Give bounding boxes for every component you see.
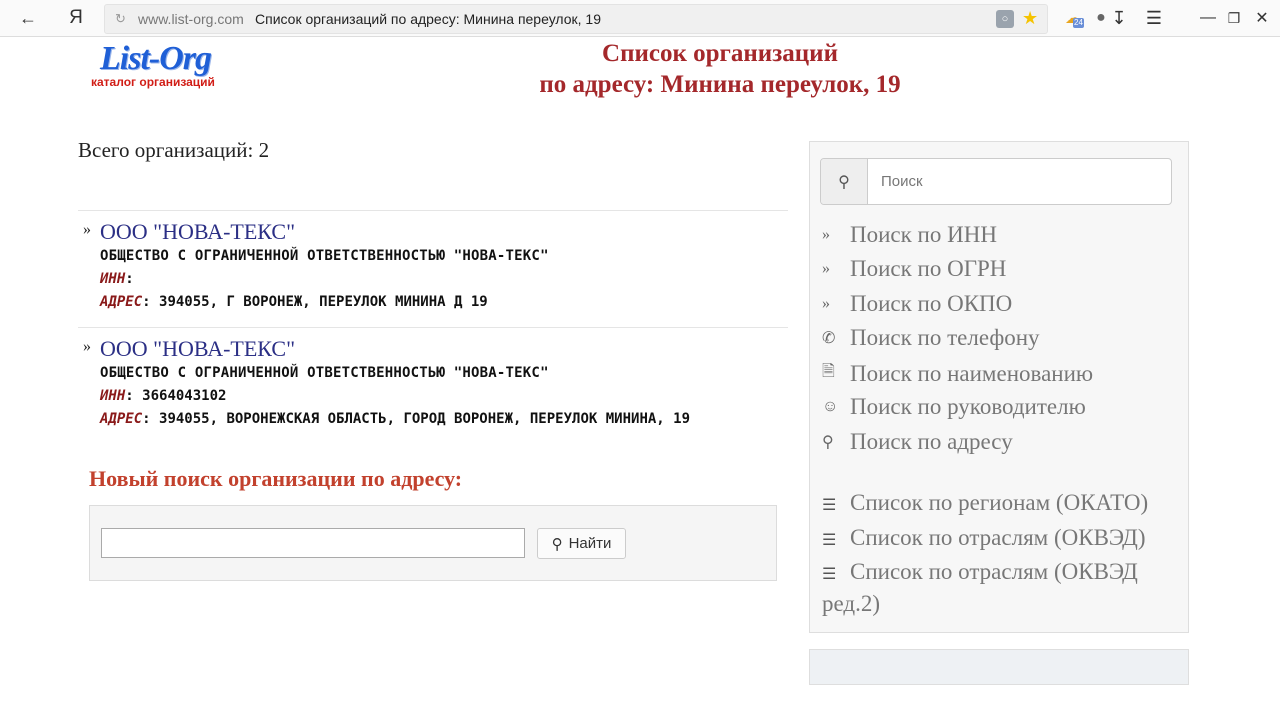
sidebar-lower-panel — [809, 649, 1189, 685]
page-title-line2: по адресу: Минина переулок, 19 — [539, 71, 901, 98]
close-icon[interactable]: ✕ — [1252, 0, 1272, 36]
page-title-line1: Список организаций — [602, 40, 838, 67]
find-button[interactable]: ⚲ Найти — [537, 528, 626, 559]
weather-badge: 24 — [1073, 18, 1084, 28]
reload-icon[interactable]: ↻ — [115, 11, 126, 27]
bookmark-star-icon[interactable]: ★ — [1022, 8, 1038, 29]
double-chevron-icon: » — [822, 295, 830, 312]
address-search-input[interactable] — [101, 528, 525, 558]
sidebar-search[interactable]: ⚲ Поиск — [820, 158, 1172, 205]
organization-address: АДРЕС: 394055, Г ВОРОНЕЖ, ПЕРЕУЛОК МИНИН… — [100, 294, 488, 310]
logo-subtitle: каталог организаций — [91, 75, 215, 89]
translate-icon[interactable]: ○ — [996, 10, 1014, 28]
organization-link[interactable]: ООО "НОВА-ТЕКС" — [100, 219, 295, 245]
sidebar-link-inn[interactable]: » Поиск по ИНН — [822, 222, 997, 248]
sidebar-search-input[interactable]: Поиск — [881, 173, 923, 190]
sidebar-link-label: Поиск по адресу — [850, 429, 1013, 454]
sidebar-link-name[interactable]: 🗎 Поиск по наименованию — [822, 360, 1093, 387]
site-logo[interactable]: List-Org каталог организаций — [90, 40, 230, 96]
organization-item: » ООО "НОВА-ТЕКС" ОБЩЕСТВО С ОГРАНИЧЕННО… — [78, 210, 788, 310]
sidebar-link-label: Поиск по ОГРН — [850, 256, 1007, 281]
inn-label: ИНН — [100, 271, 126, 287]
address-label: АДРЕС — [100, 294, 143, 310]
download-icon[interactable]: ↧ — [1105, 0, 1133, 36]
sidebar-link-label: Поиск по ОКПО — [850, 291, 1013, 316]
organization-full-name: ОБЩЕСТВО С ОГРАНИЧЕННОЙ ОТВЕТСТВЕННОСТЬЮ… — [100, 365, 549, 381]
address-value: 394055, Г ВОРОНЕЖ, ПЕРЕУЛОК МИНИНА Д 19 — [159, 294, 488, 310]
list-icon: ☰ — [822, 566, 837, 583]
restore-icon[interactable]: ❐ — [1224, 0, 1244, 36]
organization-link[interactable]: ООО "НОВА-ТЕКС" — [100, 336, 295, 362]
user-icon: ☺ — [822, 398, 839, 415]
inn-value: 3664043102 — [142, 388, 227, 404]
browser-toolbar: ← Я ↻ www.list-org.com Список организаци… — [0, 0, 1280, 37]
organization-inn: ИНН: — [100, 271, 134, 287]
minimize-icon[interactable]: — — [1198, 0, 1218, 36]
url-page-title: Список организаций по адресу: Минина пер… — [255, 11, 602, 27]
address-bar[interactable]: ↻ www.list-org.com Список организаций по… — [104, 4, 1048, 34]
list-icon: ☰ — [822, 497, 837, 514]
double-chevron-icon: » — [822, 260, 830, 277]
organization-address: АДРЕС: 394055, ВОРОНЕЖСКАЯ ОБЛАСТЬ, ГОРО… — [100, 411, 691, 427]
document-icon: 🗎 — [822, 363, 835, 380]
organization-inn: ИНН: 3664043102 — [100, 388, 227, 404]
sidebar: ⚲ Поиск » Поиск по ИНН » Поиск по ОГРН » По… — [809, 141, 1189, 633]
sidebar-list-label: Список по отраслям (ОКВЭД ред.2) — [822, 559, 1138, 616]
organization-item: » ООО "НОВА-ТЕКС" ОБЩЕСТВО С ОГРАНИЧЕННО… — [78, 327, 788, 427]
sidebar-list-okved2[interactable]: ☰ Список по отраслям (ОКВЭД ред.2) — [822, 557, 1177, 618]
menu-icon[interactable]: ☰ — [1140, 0, 1168, 36]
sidebar-link-director[interactable]: ☺ Поиск по руководителю — [822, 394, 1086, 420]
weather-widget-button[interactable]: ☁ 24 — [1060, 0, 1086, 36]
sidebar-list-label: Список по регионам (ОКАТО) — [850, 490, 1149, 515]
sidebar-link-label: Поиск по ИНН — [850, 222, 997, 247]
search-icon[interactable]: ⚲ — [821, 159, 868, 204]
organizations-total: Всего организаций: 2 — [78, 138, 270, 162]
new-search-form: ⚲ Найти — [89, 505, 777, 581]
sidebar-list-label: Список по отраслям (ОКВЭД) — [850, 525, 1146, 550]
address-label: АДРЕС — [100, 411, 143, 427]
new-search-title: Новый поиск организации по адресу: — [89, 466, 463, 491]
sidebar-link-label: Поиск по наименованию — [850, 360, 1094, 386]
page-title: Список организаций по адресу: Минина пер… — [480, 38, 960, 100]
yandex-logo-button[interactable]: Я — [62, 0, 90, 36]
sidebar-link-address[interactable]: ⚲ Поиск по адресу — [822, 429, 1013, 455]
organization-full-name: ОБЩЕСТВО С ОГРАНИЧЕННОЙ ОТВЕТСТВЕННОСТЬЮ… — [100, 248, 549, 264]
sidebar-link-label: Поиск по руководителю — [850, 394, 1086, 419]
double-chevron-icon: » — [83, 338, 91, 355]
sidebar-link-label: Поиск по телефону — [850, 325, 1040, 350]
find-button-label: Найти — [568, 535, 612, 552]
search-icon: ⚲ — [551, 535, 563, 553]
phone-icon: ✆ — [822, 330, 836, 347]
back-button[interactable]: ← — [12, 0, 44, 36]
logo-wordmark: List-Org — [100, 40, 212, 77]
list-icon: ☰ — [822, 532, 837, 549]
sidebar-list-okved[interactable]: ☰ Список по отраслям (ОКВЭД) — [822, 523, 1177, 555]
map-marker-icon: ⚲ — [822, 434, 834, 451]
url-domain: www.list-org.com — [138, 11, 244, 27]
sidebar-link-ogrn[interactable]: » Поиск по ОГРН — [822, 256, 1006, 282]
address-value: 394055, ВОРОНЕЖСКАЯ ОБЛАСТЬ, ГОРОД ВОРОН… — [159, 411, 691, 427]
sidebar-list-okato[interactable]: ☰ Список по регионам (ОКАТО) — [822, 488, 1177, 520]
double-chevron-icon: » — [83, 221, 91, 238]
sidebar-link-okpo[interactable]: » Поиск по ОКПО — [822, 291, 1012, 317]
inn-label: ИНН — [100, 388, 126, 404]
sidebar-link-phone[interactable]: ✆ Поиск по телефону — [822, 325, 1040, 351]
double-chevron-icon: » — [822, 226, 830, 243]
